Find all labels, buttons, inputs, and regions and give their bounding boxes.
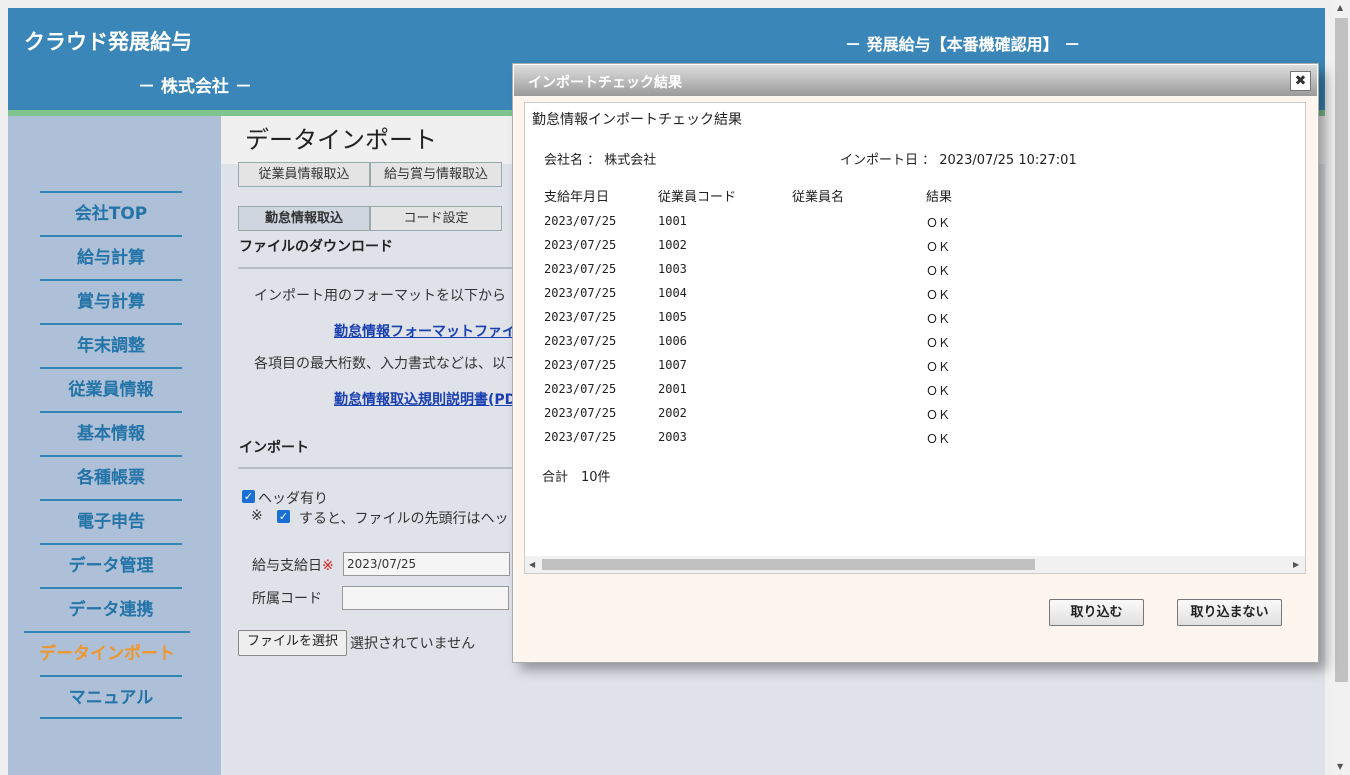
close-icon[interactable]: ✖ bbox=[1290, 71, 1311, 91]
row-code: 1007 bbox=[658, 358, 687, 372]
import-date-info: インポート日 ： 2023/07/25 10:27:01 bbox=[840, 153, 1077, 168]
row-result: ＯＫ bbox=[926, 216, 951, 230]
header-checkbox[interactable]: ✓ bbox=[242, 490, 255, 503]
row-result: ＯＫ bbox=[926, 240, 951, 254]
sidebar-item-bonus[interactable]: 賞与計算 bbox=[40, 279, 182, 323]
download-instructions: インポート用のフォーマットを以下から bbox=[254, 288, 506, 304]
header-checkbox-label: ヘッダ有り bbox=[258, 491, 328, 507]
cancel-import-button[interactable]: 取り込まない bbox=[1177, 599, 1282, 626]
row-result: ＯＫ bbox=[926, 336, 951, 350]
tab-salary-import[interactable]: 給与賞与情報取込 bbox=[370, 162, 502, 187]
divider bbox=[238, 467, 518, 469]
sidebar-item-data-management[interactable]: データ管理 bbox=[40, 543, 182, 587]
row-date: 2023/07/25 bbox=[544, 214, 617, 228]
dialog-result-panel bbox=[524, 102, 1306, 574]
note-checkbox-icon: ✓ bbox=[277, 510, 290, 523]
format-file-link[interactable]: 勤怠情報フォーマットファイ bbox=[334, 321, 516, 341]
dept-code-label: 所属コード bbox=[252, 591, 322, 607]
scroll-up-icon[interactable]: ▲ bbox=[1337, 3, 1343, 12]
scroll-right-icon[interactable]: ▶ bbox=[1293, 560, 1299, 569]
dept-code-input[interactable] bbox=[342, 586, 509, 610]
row-date: 2023/07/25 bbox=[544, 430, 617, 444]
divider bbox=[238, 267, 518, 269]
row-result: ＯＫ bbox=[926, 360, 951, 374]
row-code: 1001 bbox=[658, 214, 687, 228]
sidebar-item-data-import[interactable]: データインポート bbox=[24, 631, 190, 675]
row-date: 2023/07/25 bbox=[544, 358, 617, 372]
sidebar-item-payroll[interactable]: 給与計算 bbox=[40, 235, 182, 279]
row-result: ＯＫ bbox=[926, 408, 951, 422]
column-header-date: 支給年月日 bbox=[544, 190, 610, 205]
file-status: 選択されていません bbox=[350, 636, 476, 652]
row-date: 2023/07/25 bbox=[544, 406, 617, 420]
download-section-title: ファイルのダウンロード bbox=[239, 239, 393, 255]
scroll-down-icon[interactable]: ▼ bbox=[1337, 762, 1343, 771]
payday-input[interactable]: 2023/07/25 bbox=[343, 552, 510, 576]
page-scrollbar-thumb[interactable] bbox=[1335, 18, 1348, 682]
tab-code-settings[interactable]: コード設定 bbox=[370, 206, 502, 231]
sidebar-item-basic-info[interactable]: 基本情報 bbox=[40, 411, 182, 455]
row-result: ＯＫ bbox=[926, 288, 951, 302]
row-result: ＯＫ bbox=[926, 264, 951, 278]
note-text: すると、ファイルの先頭行はヘッ bbox=[299, 511, 509, 527]
note-mark: ※ bbox=[251, 508, 263, 524]
rules-pdf-link[interactable]: 勤怠情報取込規則説明書(PD bbox=[334, 389, 516, 409]
row-code: 2002 bbox=[658, 406, 687, 420]
row-date: 2023/07/25 bbox=[544, 286, 617, 300]
import-section-title: インポート bbox=[239, 440, 309, 456]
row-code: 1002 bbox=[658, 238, 687, 252]
row-code: 2003 bbox=[658, 430, 687, 444]
required-mark: ※ bbox=[322, 558, 334, 574]
sidebar-item-year-end[interactable]: 年末調整 bbox=[40, 323, 182, 367]
row-result: ＯＫ bbox=[926, 384, 951, 398]
row-code: 1006 bbox=[658, 334, 687, 348]
sidebar-item-data-link[interactable]: データ連携 bbox=[40, 587, 182, 631]
column-header-result: 結果 bbox=[926, 190, 953, 205]
system-name: － 発展給与【本番機確認用】 － bbox=[845, 35, 1081, 54]
dialog-hscrollbar-thumb[interactable] bbox=[542, 559, 1035, 570]
column-header-name: 従業員名 bbox=[792, 190, 845, 205]
row-date: 2023/07/25 bbox=[544, 334, 617, 348]
payday-label: 給与支給日※ bbox=[252, 558, 334, 574]
row-date: 2023/07/25 bbox=[544, 310, 617, 324]
sidebar-item-reports[interactable]: 各種帳票 bbox=[40, 455, 182, 499]
company-info: 会社名 ： 株式会社 bbox=[544, 153, 657, 168]
row-code: 1003 bbox=[658, 262, 687, 276]
tab-employee-import[interactable]: 従業員情報取込 bbox=[238, 162, 370, 187]
choose-file-button[interactable]: ファイルを選択 bbox=[238, 630, 347, 656]
row-code: 1004 bbox=[658, 286, 687, 300]
row-result: ＯＫ bbox=[926, 312, 951, 326]
company-name: － 株式会社 － bbox=[138, 77, 252, 97]
dialog-title: インポートチェック結果 bbox=[528, 75, 682, 91]
row-date: 2023/07/25 bbox=[544, 382, 617, 396]
app-logo[interactable]: クラウド発展給与 bbox=[24, 26, 192, 56]
page-title: データインポート bbox=[245, 126, 437, 154]
import-button[interactable]: 取り込む bbox=[1049, 599, 1144, 626]
row-date: 2023/07/25 bbox=[544, 238, 617, 252]
sidebar-item-e-filing[interactable]: 電子申告 bbox=[40, 499, 182, 543]
result-heading: 勤怠情報インポートチェック結果 bbox=[532, 112, 742, 128]
sidebar-item-manual[interactable]: マニュアル bbox=[40, 675, 182, 719]
sidebar-item-employees[interactable]: 従業員情報 bbox=[40, 367, 182, 411]
sidebar-item-company-top[interactable]: 会社TOP bbox=[40, 191, 182, 235]
total-count: 合計 10件 bbox=[542, 470, 611, 485]
row-date: 2023/07/25 bbox=[544, 262, 617, 276]
scroll-left-icon[interactable]: ◀ bbox=[529, 560, 535, 569]
tab-attendance-import[interactable]: 勤怠情報取込 bbox=[238, 206, 370, 231]
row-result: ＯＫ bbox=[926, 432, 951, 446]
rules-instructions: 各項目の最大桁数、入力書式などは、以下 bbox=[254, 356, 520, 372]
row-code: 2001 bbox=[658, 382, 687, 396]
row-code: 1005 bbox=[658, 310, 687, 324]
column-header-code: 従業員コード bbox=[658, 190, 737, 205]
